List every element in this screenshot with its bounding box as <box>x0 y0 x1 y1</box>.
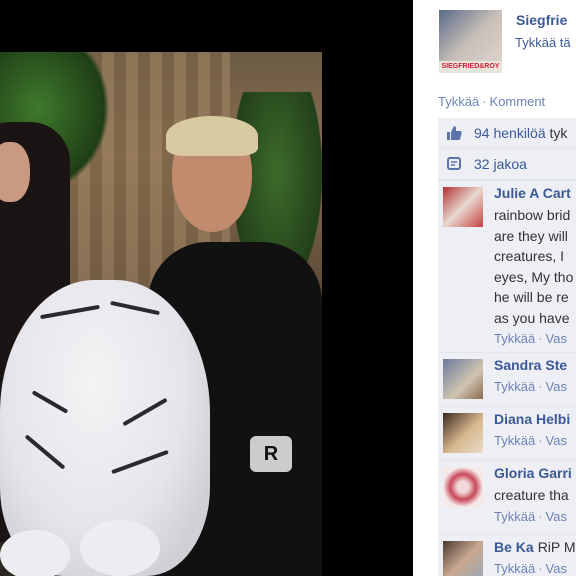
comment-actions: Tykkää · Vas <box>494 509 567 524</box>
shares-row[interactable]: 32 jakoa <box>438 149 576 180</box>
comment-like-link[interactable]: Tykkää <box>494 509 535 524</box>
likes-count[interactable]: 94 henkilöä <box>474 125 546 141</box>
belt-buckle: R <box>250 436 292 472</box>
comment-item: Sandra Ste Tykkää · Vas <box>438 352 576 407</box>
tiger-stripe <box>40 304 100 320</box>
comment-reply-link[interactable]: Vas <box>546 561 567 576</box>
comment-item: Diana Helbi Tykkää · Vas <box>438 406 576 461</box>
like-link[interactable]: Tykkää <box>438 94 479 109</box>
comment-like-link[interactable]: Tykkää <box>494 433 535 448</box>
tiger-stripe <box>111 449 169 475</box>
thumbs-up-icon <box>446 125 462 141</box>
tiger-stripe <box>31 390 69 414</box>
comment-text: creature tha <box>494 485 569 506</box>
comment-line: are they will <box>494 227 568 244</box>
separator: · <box>482 94 487 109</box>
comment-line: eyes, My tho <box>494 268 574 285</box>
tiger-stripe <box>24 434 66 470</box>
comment-avatar[interactable] <box>443 187 483 227</box>
comment-link[interactable]: Komment <box>490 94 546 109</box>
comment-item: Be Ka RiP M Tykkää · Vas <box>438 534 576 576</box>
page-avatar[interactable]: SIEGFRIED&ROY <box>439 10 502 73</box>
comment-item: Gloria Garri creature tha Tykkää · Vas <box>438 460 576 535</box>
comment-actions: Tykkää · Vas <box>494 331 567 346</box>
comment-actions: Tykkää · Vas <box>494 433 567 448</box>
comment-avatar[interactable] <box>443 359 483 399</box>
photo-sidebar: SIEGFRIED&ROY Siegfrie Tykkää tä Tykkää ·… <box>413 0 576 576</box>
comment-line: as you have <box>494 309 570 326</box>
comment-author[interactable]: Be Ka <box>494 539 534 555</box>
page-name-link[interactable]: Siegfrie <box>516 12 567 28</box>
comment-like-link[interactable]: Tykkää <box>494 379 535 394</box>
comment-author[interactable]: Gloria Garri <box>494 465 572 481</box>
comment-author[interactable]: Diana Helbi <box>494 411 570 427</box>
comment-reply-link[interactable]: Vas <box>546 379 567 394</box>
comment-like-link[interactable]: Tykkää <box>494 561 535 576</box>
comment-reply-link[interactable]: Vas <box>546 331 567 346</box>
comment-line: creatures, I <box>494 248 565 264</box>
man-hair <box>166 116 258 156</box>
comment-line: he will be re <box>494 289 569 305</box>
comment-line: creature tha <box>494 487 569 503</box>
comment-line: rainbow brid <box>494 207 571 223</box>
comment-reply-link[interactable]: Vas <box>546 433 567 448</box>
likes-rest-text: tyk <box>549 125 568 141</box>
tiger-paw <box>0 530 70 576</box>
page-header: SIEGFRIED&ROY Siegfrie Tykkää tä <box>413 0 576 88</box>
comment-avatar[interactable] <box>443 413 483 453</box>
comment-inline-text: RiP M <box>537 539 576 555</box>
person-left-face <box>0 142 30 202</box>
tiger-stripe <box>110 300 160 316</box>
post-actions: Tykkää · Komment <box>438 94 545 109</box>
tiger-stripe <box>122 397 168 427</box>
photo[interactable]: R <box>0 52 322 576</box>
comment-avatar[interactable] <box>443 467 483 507</box>
comment-actions: Tykkää · Vas <box>494 561 567 576</box>
white-tiger <box>0 280 210 576</box>
tiger-paw <box>80 520 160 576</box>
comment-item: Julie A Cart rainbow brid are they will … <box>438 180 576 353</box>
comment-author[interactable]: Sandra Ste <box>494 357 567 373</box>
share-icon <box>446 156 462 172</box>
shares-count[interactable]: 32 jakoa <box>474 156 527 172</box>
comment-like-link[interactable]: Tykkää <box>494 331 535 346</box>
comment-text: rainbow brid are they will creatures, I … <box>494 205 573 328</box>
comment-actions: Tykkää · Vas <box>494 379 567 394</box>
likes-row[interactable]: 94 henkilöä tyk <box>438 118 576 149</box>
comment-author[interactable]: Julie A Cart <box>494 185 571 201</box>
page-avatar-logo: SIEGFRIED&ROY <box>439 61 502 73</box>
comment-reply-link[interactable]: Vas <box>546 509 567 524</box>
feedback-panel: 94 henkilöä tyk 32 jakoa Julie A Cart ra… <box>438 118 576 576</box>
comment-avatar[interactable] <box>443 541 483 576</box>
photo-viewer: R <box>0 0 413 576</box>
page-like-link[interactable]: Tykkää tä <box>515 35 571 50</box>
